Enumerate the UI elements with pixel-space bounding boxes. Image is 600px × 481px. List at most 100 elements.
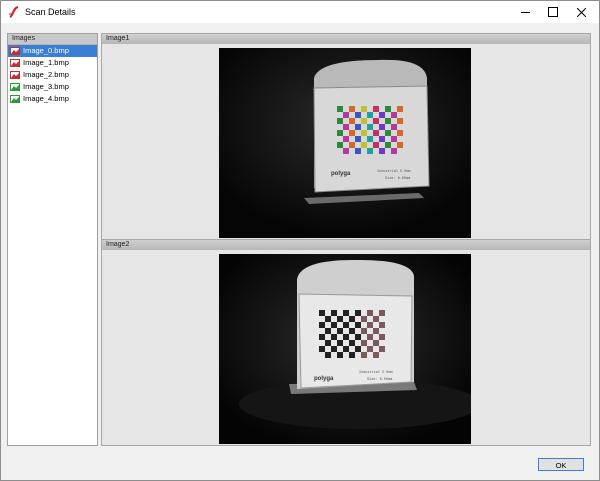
file-list-item-label: Image_2.bmp bbox=[23, 70, 69, 79]
checker-square bbox=[361, 352, 367, 358]
checker-square bbox=[361, 106, 367, 112]
checker-square bbox=[331, 310, 337, 316]
image1-view: Image1 polyga Industrial 5.0mm Size: 6.0… bbox=[101, 33, 591, 240]
window-title: Scan Details bbox=[25, 7, 76, 17]
images-panel-header: Images bbox=[8, 34, 97, 45]
file-list-item[interactable]: Image_0.bmp bbox=[8, 45, 97, 57]
maximize-icon bbox=[548, 7, 558, 17]
image2-view: Image2 polyga Industrial 5.0mm Size: 6.0… bbox=[101, 239, 591, 446]
checker-square bbox=[349, 142, 355, 148]
image1-calibration-scene: polyga Industrial 5.0mm Size: 6.00mm bbox=[219, 48, 471, 238]
checker-square bbox=[337, 328, 343, 334]
checker-square bbox=[391, 124, 397, 130]
checker-square bbox=[385, 118, 391, 124]
checker-square bbox=[325, 340, 331, 346]
checker-square bbox=[343, 136, 349, 142]
image1-photo: polyga Industrial 5.0mm Size: 6.00mm bbox=[219, 48, 471, 238]
image-ok-icon bbox=[10, 95, 20, 103]
ok-button[interactable]: OK bbox=[538, 458, 584, 471]
checker-square bbox=[355, 310, 361, 316]
checker-square bbox=[337, 118, 343, 124]
checker-square bbox=[367, 334, 373, 340]
checker-square bbox=[319, 310, 325, 316]
checker-square bbox=[385, 130, 391, 136]
checker-square bbox=[343, 112, 349, 118]
checker-square bbox=[349, 118, 355, 124]
minimize-button[interactable] bbox=[511, 1, 539, 23]
checker-square bbox=[319, 334, 325, 340]
checker-square bbox=[379, 334, 385, 340]
image-file-list[interactable]: Image_0.bmp Image_1.bmp Image_2.bmp Image_3… bbox=[8, 45, 97, 105]
image-error-icon bbox=[10, 47, 20, 55]
checker-square bbox=[337, 316, 343, 322]
checker-square bbox=[361, 316, 367, 322]
board-tag-line1: Industrial 5.0mm bbox=[377, 169, 411, 174]
checker-square bbox=[343, 310, 349, 316]
checker-square bbox=[361, 142, 367, 148]
checker-square bbox=[379, 322, 385, 328]
board-tag-line2: Size: 6.00mm bbox=[385, 176, 410, 181]
checker-square bbox=[379, 148, 385, 154]
checker-square bbox=[349, 352, 355, 358]
checker-square bbox=[361, 328, 367, 334]
checker-square bbox=[361, 118, 367, 124]
file-list-item[interactable]: Image_3.bmp bbox=[8, 81, 97, 93]
checker-square bbox=[349, 130, 355, 136]
scan-details-window: Scan Details Images Image_0.bmp Image_1.b… bbox=[0, 0, 600, 481]
file-list-item[interactable]: Image_1.bmp bbox=[8, 57, 97, 69]
checker-square bbox=[379, 310, 385, 316]
checker-square bbox=[325, 328, 331, 334]
checker-square bbox=[349, 106, 355, 112]
image2-view-header: Image2 bbox=[102, 240, 590, 250]
checker-square bbox=[331, 322, 337, 328]
board-logo-text: polyga bbox=[331, 171, 351, 177]
checker-square bbox=[319, 322, 325, 328]
checker-square bbox=[355, 148, 361, 154]
checker-square bbox=[379, 346, 385, 352]
checker-square bbox=[367, 136, 373, 142]
checker-square bbox=[367, 346, 373, 352]
checker-square bbox=[373, 106, 379, 112]
title-bar[interactable]: Scan Details bbox=[1, 1, 599, 23]
close-button[interactable] bbox=[567, 1, 595, 23]
checker-square bbox=[343, 148, 349, 154]
checker-square bbox=[367, 124, 373, 130]
close-icon bbox=[576, 7, 586, 17]
checker-square bbox=[397, 118, 403, 124]
image-error-icon bbox=[10, 71, 20, 79]
image1-view-header: Image1 bbox=[102, 34, 590, 44]
checker-square bbox=[367, 112, 373, 118]
checker-square bbox=[331, 334, 337, 340]
image-error-icon bbox=[10, 59, 20, 67]
checker-square bbox=[379, 112, 385, 118]
checker-square bbox=[349, 328, 355, 334]
checker-square bbox=[355, 346, 361, 352]
checker-square bbox=[355, 136, 361, 142]
checker-square bbox=[367, 322, 373, 328]
file-list-item-label: Image_4.bmp bbox=[23, 94, 69, 103]
checker-square bbox=[343, 334, 349, 340]
images-panel: Images Image_0.bmp Image_1.bmp Image_2.bmp… bbox=[7, 33, 98, 446]
file-list-item[interactable]: Image_4.bmp bbox=[8, 93, 97, 105]
checker-square bbox=[325, 352, 331, 358]
calibration-board bbox=[298, 293, 413, 389]
board-logo-text: polyga bbox=[314, 376, 334, 382]
checker-square bbox=[379, 136, 385, 142]
maximize-button[interactable] bbox=[539, 1, 567, 23]
image2-calibration-scene: polyga Industrial 5.0mm Size: 6.00mm bbox=[219, 254, 471, 444]
board-tag-line1: Industrial 5.0mm bbox=[359, 370, 393, 375]
checker-square bbox=[349, 316, 355, 322]
checker-square bbox=[391, 112, 397, 118]
checker-square bbox=[367, 148, 373, 154]
checker-square bbox=[397, 142, 403, 148]
checker-square bbox=[367, 310, 373, 316]
checker-square bbox=[373, 118, 379, 124]
checker-square bbox=[319, 346, 325, 352]
checker-square bbox=[337, 130, 343, 136]
file-list-item[interactable]: Image_2.bmp bbox=[8, 69, 97, 81]
checker-square bbox=[373, 340, 379, 346]
checker-square bbox=[343, 322, 349, 328]
checker-square bbox=[355, 322, 361, 328]
checker-square bbox=[373, 328, 379, 334]
checker-square bbox=[397, 106, 403, 112]
